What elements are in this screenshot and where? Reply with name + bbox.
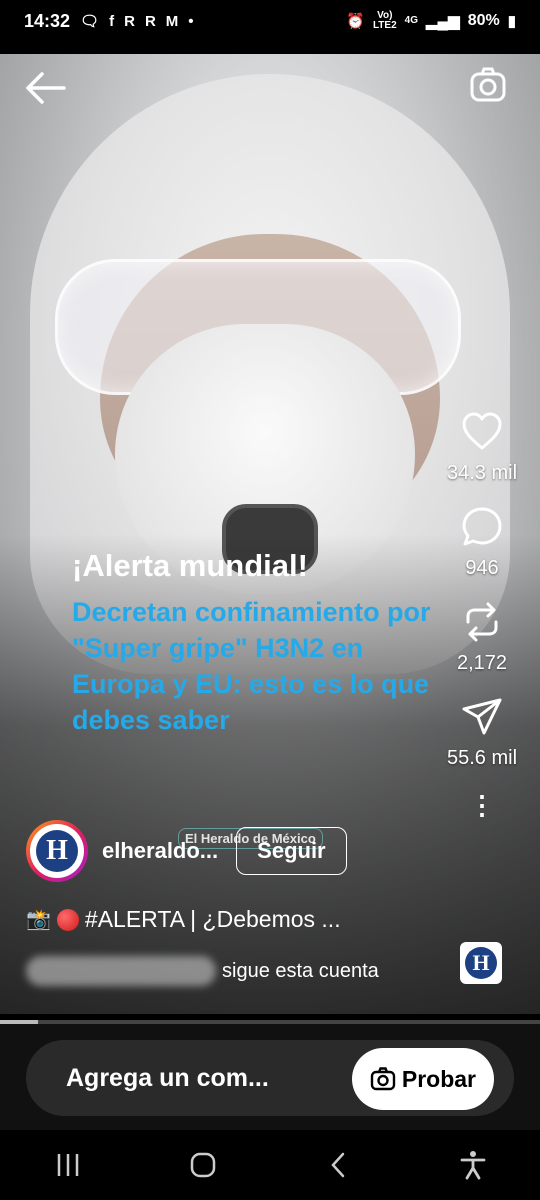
account-row: H elheraldo... Seguir [26, 820, 347, 882]
dot-icon: • [188, 12, 194, 30]
brand-logo-icon: H [465, 947, 497, 979]
comment-count: 946 [465, 557, 499, 579]
share-action[interactable]: 55.6 mil [447, 695, 517, 770]
accessibility-icon[interactable] [453, 1145, 493, 1185]
back-icon[interactable] [318, 1145, 358, 1185]
comment-icon[interactable] [460, 505, 504, 549]
comment-placeholder: Agrega un com... [66, 1063, 269, 1092]
r-icon: R [124, 12, 135, 30]
blurred-name [26, 956, 216, 986]
volte-indicator: Vo) LTE2 [372, 10, 397, 31]
side-actions: 34.3 mil 946 2,172 55.6 mil ⋮ [434, 410, 530, 818]
avatar[interactable]: H [26, 820, 88, 882]
like-count: 34.3 mil [446, 462, 518, 484]
camera-icon[interactable] [468, 66, 508, 106]
try-label: Probar [401, 1065, 476, 1092]
more-options-icon[interactable]: ⋮ [469, 792, 495, 818]
reel-headline: ¡Alerta mundial! Decretan confinamiento … [72, 548, 452, 738]
comment-area: Agrega un com... Probar [0, 1024, 540, 1130]
status-bar: 14:32 🗨 f R R M • ⏰ Vo) LTE2 4G ▂▄▆ 80% ▮ [0, 0, 540, 42]
audio-logo[interactable]: H [460, 942, 502, 984]
follow-button[interactable]: Seguir [236, 827, 347, 875]
comment-input[interactable]: Agrega un com... Probar [26, 1040, 514, 1116]
heart-icon[interactable] [460, 410, 504, 454]
send-icon[interactable] [460, 695, 504, 739]
recent-apps-icon[interactable] [48, 1145, 88, 1185]
home-icon[interactable] [183, 1145, 223, 1185]
r-icon: R [144, 12, 156, 30]
network-type: 4G [404, 15, 418, 26]
repost-icon[interactable] [460, 600, 504, 644]
follows-text: sigue esta cuenta [222, 959, 379, 982]
caption[interactable]: 📸 #ALERTA | ¿Debemos ... [26, 906, 341, 933]
like-action[interactable]: 34.3 mil [447, 410, 517, 485]
caption-text: #ALERTA | ¿Debemos ... [84, 906, 341, 932]
time: 14:32 [24, 10, 71, 31]
headline-body: Decretan confinamiento por "Super gripe"… [72, 597, 431, 735]
facebook-icon: f [109, 12, 115, 30]
brand-logo-icon: H [36, 830, 78, 872]
repost-action[interactable]: 2,172 [457, 600, 507, 675]
comment-action[interactable]: 946 [460, 505, 504, 580]
battery-icon: ▮ [507, 13, 516, 30]
follower-note: sigue esta cuenta [26, 956, 379, 986]
headline-alert: ¡Alerta mundial! [72, 548, 308, 583]
repost-count: 2,172 [456, 652, 508, 674]
signal-icon: ▂▄▆ [426, 13, 460, 30]
back-arrow-icon[interactable] [24, 70, 68, 106]
chat-bubble-icon: 🗨 [80, 13, 100, 30]
red-circle-icon [56, 908, 79, 931]
system-nav-bar [0, 1130, 540, 1200]
share-count: 55.6 mil [446, 747, 518, 769]
username[interactable]: elheraldo... [102, 838, 218, 864]
gmail-icon: M [165, 12, 179, 30]
battery-percent: 80% [467, 12, 500, 29]
alarm-icon: ⏰ [346, 13, 365, 30]
camera-icon [370, 1067, 396, 1091]
try-button[interactable]: Probar [351, 1048, 494, 1110]
camera-flash-icon: 📸 [26, 909, 51, 931]
